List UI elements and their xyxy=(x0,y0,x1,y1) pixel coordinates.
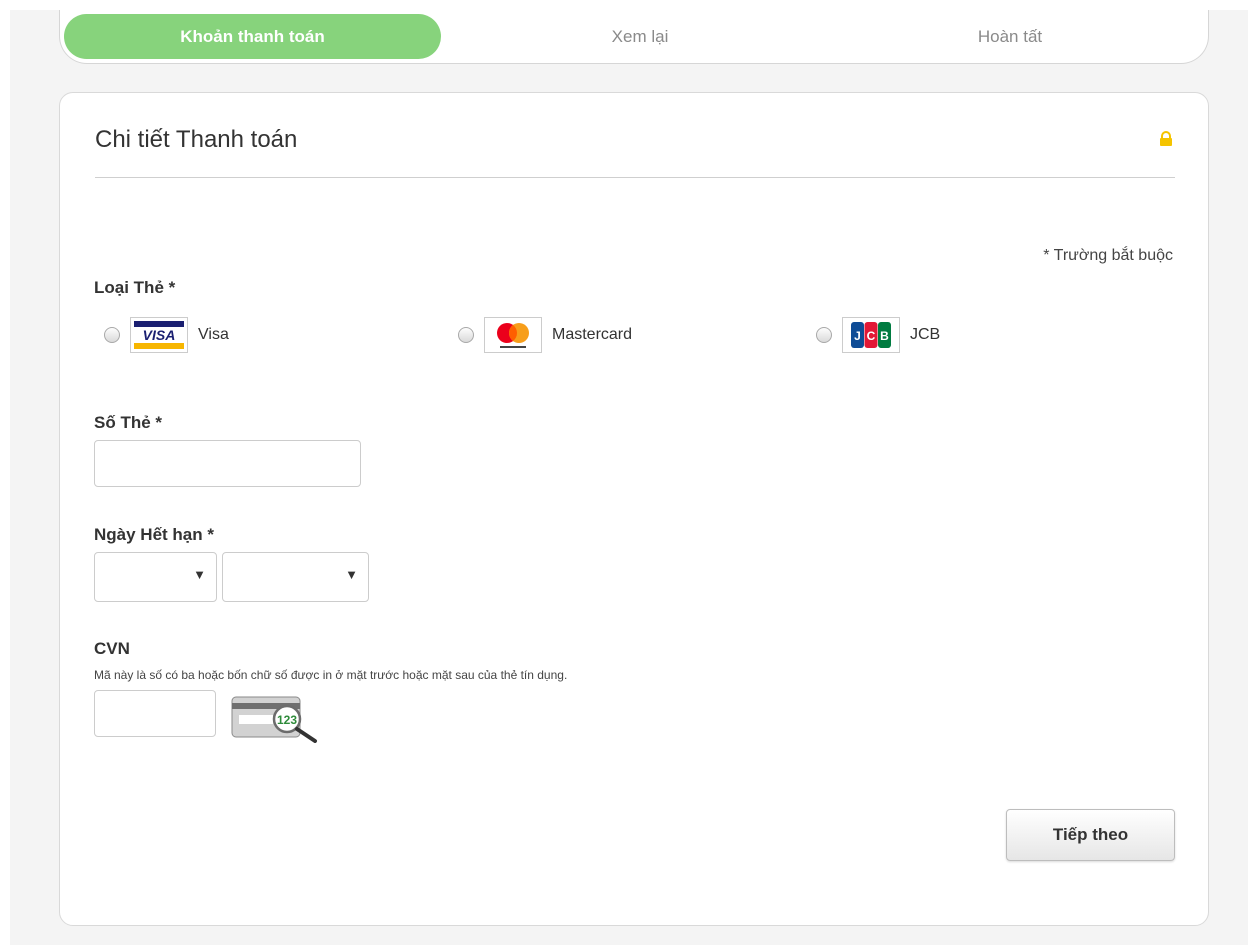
card-option-jcb[interactable]: J C B JCB xyxy=(816,315,940,355)
mastercard-logo-icon xyxy=(484,317,542,353)
mastercard-radio[interactable] xyxy=(458,327,474,343)
step-payment: Khoản thanh toán xyxy=(64,14,441,59)
card-number-label: Số Thẻ * xyxy=(94,413,163,432)
expiry-year-select[interactable]: ▼ xyxy=(222,552,369,602)
card-option-visa[interactable]: VISA Visa xyxy=(104,315,229,355)
step-review: Xem lại xyxy=(611,27,669,46)
progress-stepper: Khoản thanh toán Xem lại Hoàn tất xyxy=(59,10,1209,64)
svg-text:B: B xyxy=(880,329,889,343)
svg-text:VISA: VISA xyxy=(143,327,176,343)
card-type-label: Loại Thẻ * xyxy=(94,278,176,297)
svg-text:J: J xyxy=(854,329,861,343)
jcb-label: JCB xyxy=(910,326,941,343)
jcb-logo-icon: J C B xyxy=(842,317,900,353)
cvn-help-text: Mã này là số có ba hoặc bốn chữ số được … xyxy=(94,668,568,682)
page-title: Chi tiết Thanh toán xyxy=(95,126,298,153)
card-number-input[interactable] xyxy=(94,440,361,487)
visa-label: Visa xyxy=(198,326,229,343)
title-divider xyxy=(95,177,1175,178)
cvn-example-digits: 123 xyxy=(277,713,297,727)
lock-icon xyxy=(1160,131,1172,146)
chevron-down-icon: ▼ xyxy=(193,567,206,582)
jcb-radio[interactable] xyxy=(816,327,832,343)
cvn-input[interactable] xyxy=(94,690,216,737)
visa-radio[interactable] xyxy=(104,327,120,343)
chevron-down-icon: ▼ xyxy=(345,567,358,582)
step-complete: Hoàn tất xyxy=(977,27,1043,46)
svg-text:C: C xyxy=(867,329,876,343)
mastercard-label: Mastercard xyxy=(552,326,633,343)
payment-details-card: Chi tiết Thanh toán * Trường bắt buộc Lo… xyxy=(59,92,1209,926)
required-fields-note: * Trường bắt buộc xyxy=(1043,247,1173,264)
cvn-label: CVN xyxy=(94,639,130,658)
card-option-mastercard[interactable]: Mastercard xyxy=(458,315,632,355)
visa-logo-icon: VISA xyxy=(130,317,188,353)
cvn-example-icon: 123 xyxy=(231,696,317,743)
expiry-date-label: Ngày Hết hạn * xyxy=(94,525,214,544)
next-button[interactable]: Tiếp theo xyxy=(1006,809,1175,861)
expiry-month-select[interactable]: ▼ xyxy=(94,552,217,602)
